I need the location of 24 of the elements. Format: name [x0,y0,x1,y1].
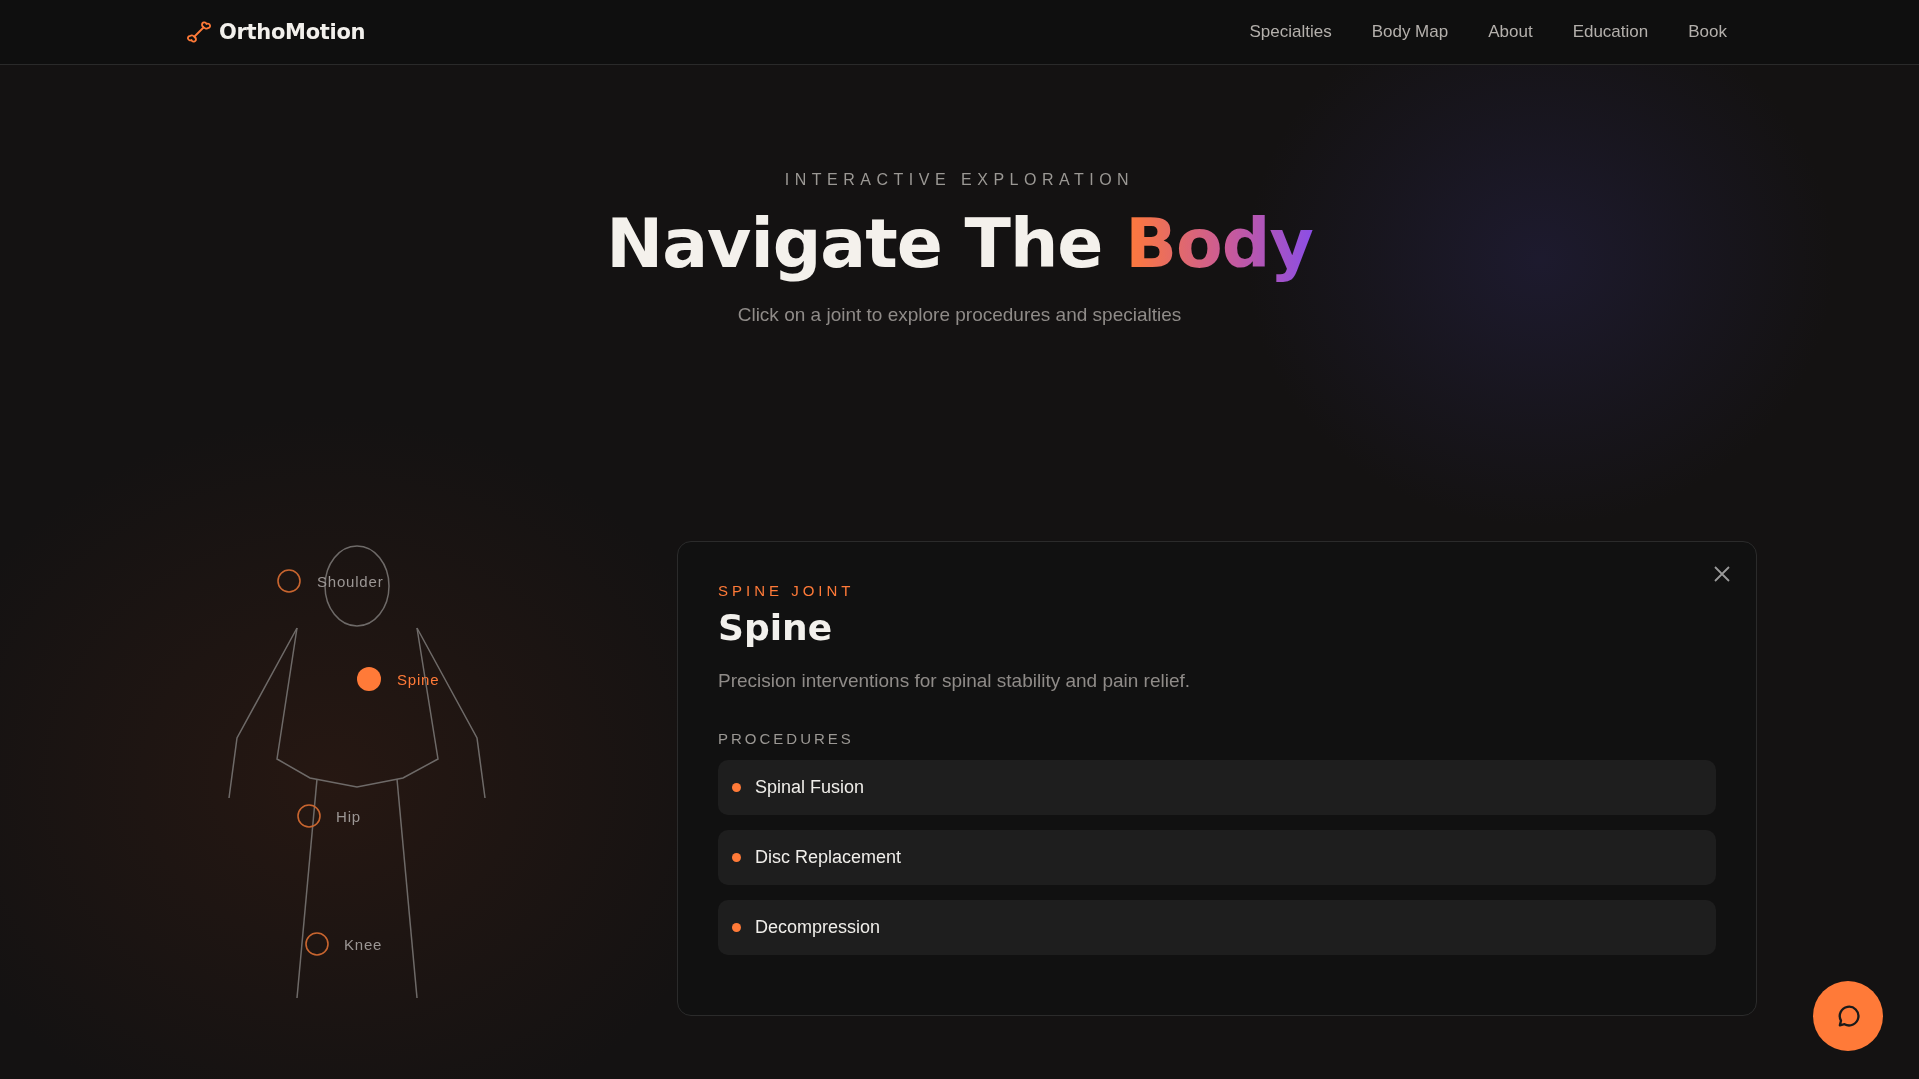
card-eyebrow: SPINE JOINT [718,581,856,599]
bullet-icon [732,922,741,932]
card-description: Precision interventions for spinal stability and pain relief. [718,669,1192,692]
card-title: Spine [718,606,834,648]
nav-link[interactable]: Education [1572,22,1649,42]
bullet-icon [732,852,741,862]
procedures-heading: PROCEDURES [718,729,855,747]
section-title: Navigate The Body [606,207,1313,282]
procedure-item[interactable]: Decompression [718,899,1716,955]
procedure-name: Decompression [755,916,881,938]
nav-link[interactable]: Specialties [1249,22,1332,42]
procedure-name: Disc Replacement [755,846,902,868]
nav-link[interactable]: About [1488,22,1533,42]
bullet-icon [732,782,741,792]
close-icon[interactable] [1712,563,1732,584]
bone-icon [187,20,211,44]
nav-link[interactable]: Book [1688,22,1727,42]
section-subtitle: Click on a joint to explore procedures and specialties [737,303,1182,326]
procedure-item[interactable]: Disc Replacement [718,829,1716,885]
nav-link[interactable]: Body Map [1371,22,1449,42]
brand-name[interactable]: OrthoMotion [219,20,366,44]
section-eyebrow: INTERACTIVE EXPLORATION [784,171,1135,189]
procedure-item[interactable]: Spinal Fusion [718,759,1716,815]
procedure-name: Spinal Fusion [755,776,865,798]
